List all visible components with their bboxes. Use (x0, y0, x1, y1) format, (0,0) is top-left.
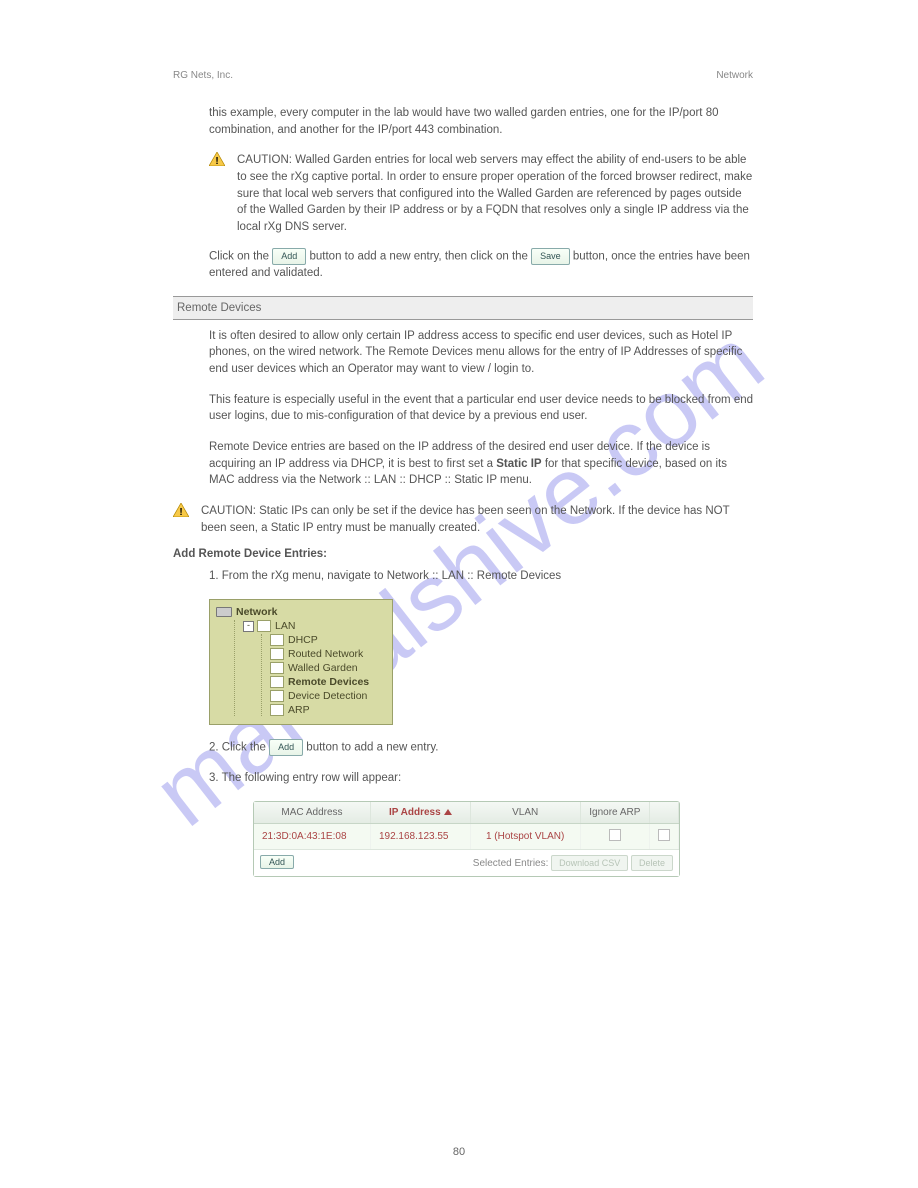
nav-lan[interactable]: - LAN (243, 620, 386, 632)
table-row[interactable]: 21:3D:0A:43:1E:08 192.168.123.55 1 (Hots… (254, 823, 679, 849)
svg-text:!: ! (179, 507, 182, 517)
nav-item-remote-devices[interactable]: Remote Devices (270, 676, 386, 688)
collapse-icon[interactable]: - (243, 621, 254, 632)
section-heading-bar: Remote Devices (173, 296, 753, 320)
nav-root[interactable]: Network (216, 606, 386, 618)
page-icon (270, 634, 284, 646)
col-vlan[interactable]: VLAN (470, 802, 580, 824)
table-header-row: MAC Address IP Address VLAN Ignore ARP (254, 802, 679, 824)
remote-p2: This feature is especially useful in the… (209, 392, 753, 425)
delete-button[interactable]: Delete (631, 855, 673, 871)
cell-ip[interactable]: 192.168.123.55 (370, 823, 470, 849)
warning-icon: ! (173, 503, 191, 520)
nav-item-dhcp[interactable]: DHCP (270, 634, 386, 646)
step-2: 2. Click the Add button to add a new ent… (209, 739, 753, 756)
nav-item-device-detection[interactable]: Device Detection (270, 690, 386, 702)
remote-devices-table: MAC Address IP Address VLAN Ignore ARP 2… (253, 801, 680, 877)
col-ip[interactable]: IP Address (370, 802, 470, 824)
add-button-table[interactable]: Add (260, 855, 294, 869)
warning-icon: ! (209, 152, 227, 169)
step-3: 3. The following entry row will appear: (209, 770, 753, 787)
para2-pre: Click on the (209, 250, 272, 262)
drive-icon (216, 607, 232, 617)
header-section: Network (716, 70, 753, 81)
page-number: 80 (0, 1146, 918, 1158)
warning-text-2: CAUTION: Static IPs can only be set if t… (201, 503, 753, 536)
save-button-inline[interactable]: Save (531, 248, 570, 265)
page-icon (270, 704, 284, 716)
add-button-inline[interactable]: Add (272, 248, 306, 265)
add-remote-heading: Add Remote Device Entries: (173, 548, 753, 560)
svg-text:!: ! (215, 156, 218, 166)
cell-mac[interactable]: 21:3D:0A:43:1E:08 (254, 823, 370, 849)
sort-asc-icon (444, 809, 452, 815)
nav-item-arp[interactable]: ARP (270, 704, 386, 716)
cell-ignore-arp[interactable] (580, 823, 649, 849)
para2-mid: button to add a new entry, then click on… (310, 250, 532, 262)
download-csv-button[interactable]: Download CSV (551, 855, 628, 871)
col-mac[interactable]: MAC Address (254, 802, 370, 824)
step-1: 1. From the rXg menu, navigate to Networ… (209, 568, 753, 585)
header-doc: RG Nets, Inc. (173, 70, 233, 81)
checkbox-select-row[interactable] (658, 829, 670, 841)
cell-vlan[interactable]: 1 (Hotspot VLAN) (470, 823, 580, 849)
page-icon (257, 620, 271, 632)
nav-tree: Network - LAN DHCP Routed Network Walled… (209, 599, 393, 725)
selected-entries-label: Selected Entries: (473, 858, 549, 869)
page-header: RG Nets, Inc. Network (173, 70, 753, 81)
page-icon (270, 676, 284, 688)
add-button-step2[interactable]: Add (269, 739, 303, 756)
paragraph-add-save: Click on the Add button to add a new ent… (209, 248, 753, 282)
page-icon (270, 662, 284, 674)
col-ignore-arp[interactable]: Ignore ARP (580, 802, 649, 824)
nav-item-routed-network[interactable]: Routed Network (270, 648, 386, 660)
warning-text-1: CAUTION: Walled Garden entries for local… (237, 152, 753, 235)
paragraph-intro: this example, every computer in the lab … (209, 105, 753, 138)
remote-p3: Remote Device entries are based on the I… (209, 439, 753, 489)
static-ip-label: Static IP (496, 458, 541, 470)
nav-root-label: Network (236, 606, 277, 618)
table-footer: Add Selected Entries: Download CSV Delet… (254, 849, 679, 876)
remote-intro: It is often desired to allow only certai… (209, 328, 753, 378)
nav-item-walled-garden[interactable]: Walled Garden (270, 662, 386, 674)
col-select (650, 802, 679, 824)
nav-lan-label: LAN (275, 620, 295, 632)
page-icon (270, 690, 284, 702)
page-icon (270, 648, 284, 660)
checkbox-ignore-arp[interactable] (609, 829, 621, 841)
cell-select[interactable] (650, 823, 679, 849)
